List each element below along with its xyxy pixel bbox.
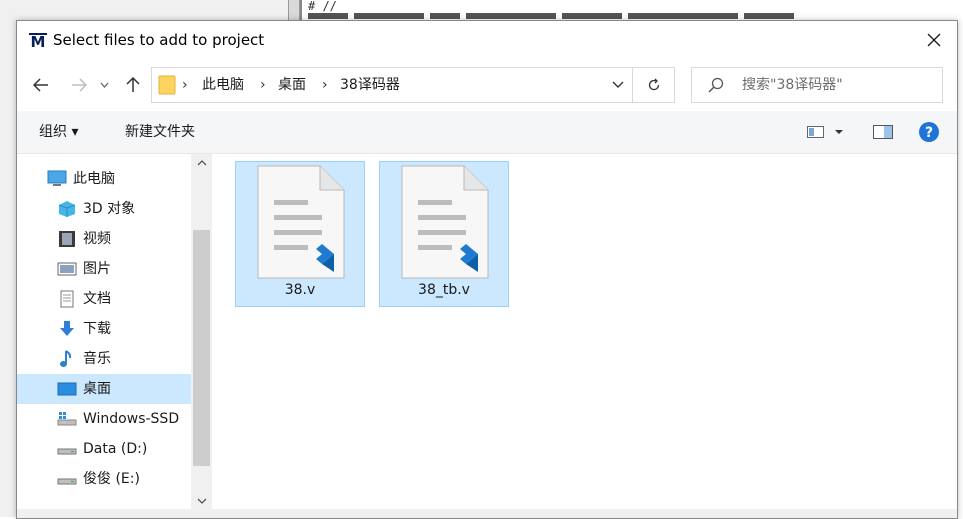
forward-button[interactable]	[67, 73, 91, 97]
sidebar-item-drive-e[interactable]: 俊俊 (E:)	[17, 464, 191, 494]
scrollbar-thumb[interactable]	[193, 230, 210, 466]
sidebar-item-label: 视频	[83, 231, 111, 247]
drive-windows-icon	[57, 412, 77, 426]
editor-code-line: # //	[308, 0, 337, 13]
chevron-down-icon	[197, 498, 206, 504]
search-placeholder: 搜索"38译码器"	[742, 77, 843, 93]
file-item[interactable]: 38_tb.v	[379, 161, 509, 307]
sidebar-item-this-pc[interactable]: 此电脑	[17, 164, 191, 194]
address-bar[interactable]: › 此电脑 › 桌面 › 38译码器	[151, 67, 633, 103]
sidebar-item-label: Data (D:)	[83, 441, 148, 457]
sidebar-item-label: 文档	[83, 291, 111, 307]
desktop-icon	[57, 382, 77, 396]
navigation-pane: 此电脑 3D 对象 视频 图片 文档 下载 音乐 桌面 Windows-SSD …	[17, 154, 213, 518]
help-button[interactable]: ?	[919, 122, 939, 146]
back-button[interactable]	[29, 73, 53, 97]
breadcrumb-this-pc[interactable]: 此电脑	[202, 68, 244, 102]
editor-gutter	[288, 0, 300, 20]
breadcrumb-separator: ›	[260, 77, 266, 93]
view-icon	[807, 126, 843, 138]
breadcrumb-separator: ›	[182, 77, 188, 93]
editor-code-line-partial	[308, 13, 878, 19]
sidebar-item-data-d[interactable]: Data (D:)	[17, 434, 191, 464]
chevron-down-icon[interactable]	[612, 78, 624, 90]
file-name: 38_tb.v	[418, 282, 470, 298]
drive-icon	[57, 478, 77, 485]
computer-icon	[47, 170, 67, 186]
file-item[interactable]: 38.v	[235, 161, 365, 307]
chevron-up-icon	[197, 160, 206, 166]
sidebar-item-music[interactable]: 音乐	[17, 344, 191, 374]
refresh-icon	[648, 78, 659, 91]
vscode-file-icon	[401, 165, 489, 279]
sidebar-item-label: 桌面	[83, 381, 111, 397]
sidebar-item-desktop[interactable]: 桌面	[17, 374, 191, 404]
vscode-file-icon	[257, 165, 345, 279]
svg-text:?: ?	[925, 125, 933, 141]
sidebar-item-videos[interactable]: 视频	[17, 224, 191, 254]
close-button[interactable]	[911, 21, 957, 59]
navigation-bar: › 此电脑 › 桌面 › 38译码器 搜索"38译码器"	[17, 59, 957, 111]
music-note-icon	[60, 350, 72, 367]
organize-menu[interactable]: 组织 ▾	[39, 111, 78, 153]
sidebar-item-label: 下载	[83, 321, 111, 337]
cube-icon	[58, 201, 76, 217]
sidebar-item-windows-ssd[interactable]: Windows-SSD	[17, 404, 191, 434]
download-arrow-icon	[60, 321, 74, 336]
arrow-right-icon	[72, 78, 87, 92]
sidebar-item-label: 3D 对象	[83, 201, 136, 217]
folder-icon	[158, 75, 176, 95]
breadcrumb-current-folder[interactable]: 38译码器	[340, 68, 400, 102]
sidebar-item-label: 此电脑	[73, 171, 115, 187]
up-button[interactable]	[121, 73, 145, 97]
file-select-dialog: M Select files to add to project › 此电脑 ›…	[16, 20, 958, 519]
document-icon	[60, 290, 74, 308]
file-name: 38.v	[284, 282, 316, 298]
sidebar-item-downloads[interactable]: 下载	[17, 314, 191, 344]
sidebar-item-label: 图片	[83, 261, 111, 277]
breadcrumb-separator: ›	[322, 77, 328, 93]
dialog-title: Select files to add to project	[53, 31, 265, 49]
sidebar-item-label: 音乐	[83, 351, 111, 367]
arrow-left-icon	[33, 78, 48, 92]
app-logo-icon: M	[29, 33, 47, 51]
view-options-button[interactable]	[807, 125, 847, 143]
preview-pane-button[interactable]	[873, 125, 893, 143]
refresh-button[interactable]	[633, 67, 675, 103]
search-box[interactable]: 搜索"38译码器"	[691, 67, 943, 103]
preview-pane-icon	[873, 125, 893, 139]
breadcrumb-desktop[interactable]: 桌面	[278, 68, 306, 102]
close-icon	[927, 33, 941, 47]
chevron-down-icon	[100, 82, 108, 88]
sidebar-item-pictures[interactable]: 图片	[17, 254, 191, 284]
command-bar: 组织 ▾ 新建文件夹 ?	[17, 111, 957, 154]
film-icon	[59, 231, 75, 247]
arrow-up-icon	[126, 77, 140, 92]
new-folder-button[interactable]: 新建文件夹	[125, 111, 195, 153]
sidebar-item-3d-objects[interactable]: 3D 对象	[17, 194, 191, 224]
picture-icon	[57, 262, 77, 276]
recent-locations-button[interactable]	[96, 73, 112, 97]
sidebar-item-label: 俊俊 (E:)	[83, 471, 140, 487]
sidebar-item-label: Windows-SSD	[83, 411, 180, 427]
scroll-down-button[interactable]	[191, 492, 212, 510]
file-list: 38.v 38_tb.v	[213, 154, 957, 518]
scroll-up-button[interactable]	[191, 154, 212, 172]
search-icon	[708, 77, 724, 93]
drive-icon	[57, 448, 77, 455]
sidebar-scrollbar[interactable]	[191, 154, 212, 518]
help-icon: ?	[919, 122, 939, 142]
sidebar-item-documents[interactable]: 文档	[17, 284, 191, 314]
title-bar: M Select files to add to project	[17, 21, 957, 59]
